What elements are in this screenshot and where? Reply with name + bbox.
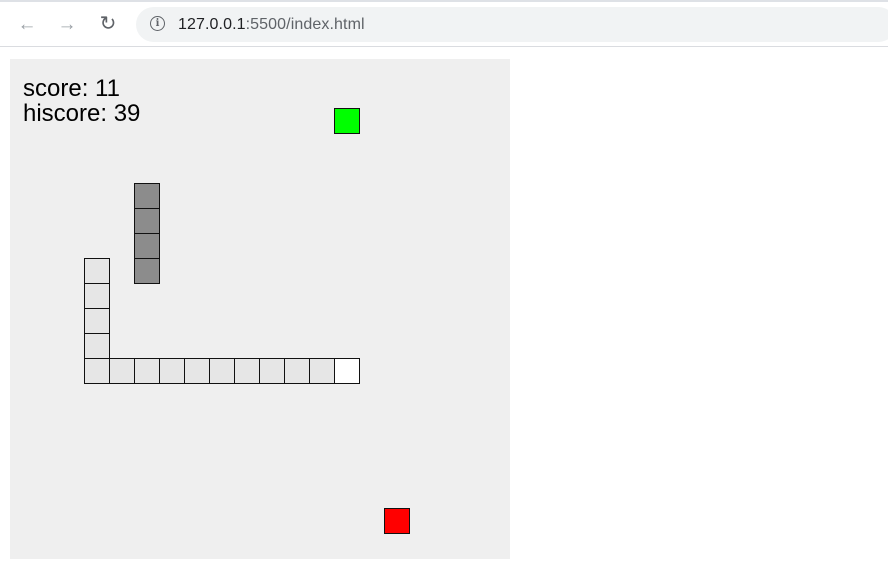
snake-segment <box>134 358 160 384</box>
obstacle-segment <box>134 208 160 234</box>
tab-strip <box>0 0 888 2</box>
snake-head <box>334 358 360 384</box>
snake-segment <box>234 358 260 384</box>
game-board[interactable]: score: 11 hiscore: 39 <box>10 59 510 559</box>
snake-segment <box>284 358 310 384</box>
snake-segment <box>84 283 110 309</box>
snake-segment <box>84 258 110 284</box>
snake-segment <box>84 358 110 384</box>
food-cell <box>334 108 360 134</box>
snake-segment <box>309 358 335 384</box>
address-bar[interactable]: i 127.0.0.1:5500/index.html <box>136 7 888 42</box>
score-display: score: 11 hiscore: 39 <box>23 76 140 126</box>
url-path: :5500/index.html <box>245 16 365 33</box>
snake-segment <box>184 358 210 384</box>
browser-toolbar: ← → ↻ i 127.0.0.1:5500/index.html <box>0 0 888 47</box>
obstacle-segment <box>134 258 160 284</box>
snake-segment <box>259 358 285 384</box>
obstacle-segment <box>134 183 160 209</box>
obstacle-segment <box>134 233 160 259</box>
url-text[interactable]: 127.0.0.1:5500/index.html <box>178 16 365 34</box>
url-host: 127.0.0.1 <box>178 16 246 33</box>
snake-segment <box>84 333 110 359</box>
info-icon[interactable]: i <box>150 16 165 31</box>
forward-arrow-icon[interactable]: → <box>55 12 79 36</box>
snake-segment <box>209 358 235 384</box>
reload-icon[interactable]: ↻ <box>96 12 120 36</box>
snake-segment <box>84 308 110 334</box>
score-label: score: 11 <box>23 75 120 102</box>
hiscore-label: hiscore: 39 <box>23 100 141 127</box>
back-arrow-icon[interactable]: ← <box>15 12 39 36</box>
snake-segment <box>159 358 185 384</box>
hazard-cell <box>384 508 410 534</box>
snake-segment <box>109 358 135 384</box>
